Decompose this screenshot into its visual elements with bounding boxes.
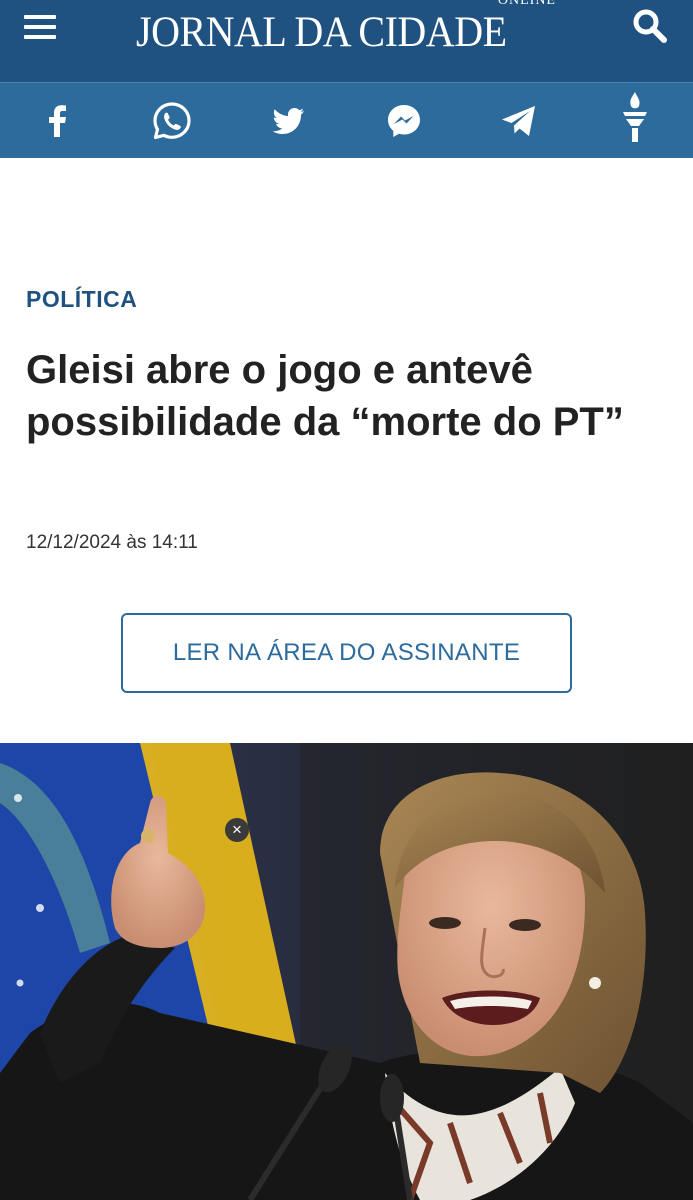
article-photo: [0, 743, 693, 1200]
site-logo[interactable]: ONLINE JORNAL DA CIDADE: [130, 0, 570, 70]
top-header: ONLINE JORNAL DA CIDADE: [0, 0, 693, 82]
article-title: Gleisi abre o jogo e antevê possibilidad…: [26, 348, 624, 444]
whatsapp-icon[interactable]: [150, 99, 194, 143]
close-ad-icon[interactable]: ×: [225, 818, 249, 842]
torch-icon[interactable]: [613, 92, 657, 143]
logo-text: JORNAL DA CIDADE: [136, 7, 507, 56]
facebook-icon[interactable]: [36, 99, 80, 143]
twitter-icon[interactable]: [266, 99, 310, 143]
telegram-icon[interactable]: [497, 99, 541, 143]
logo-subtext: ONLINE: [497, 0, 556, 8]
share-bar: [0, 82, 693, 158]
search-icon[interactable]: [630, 6, 670, 46]
subscriber-area-button[interactable]: LER NA ÁREA DO ASSINANTE: [121, 613, 572, 693]
hamburger-menu-icon[interactable]: [24, 12, 58, 42]
article-datetime: 12/12/2024 às 14:11: [26, 532, 198, 553]
messenger-icon[interactable]: [382, 99, 426, 143]
category-label[interactable]: POLÍTICA: [26, 286, 137, 313]
